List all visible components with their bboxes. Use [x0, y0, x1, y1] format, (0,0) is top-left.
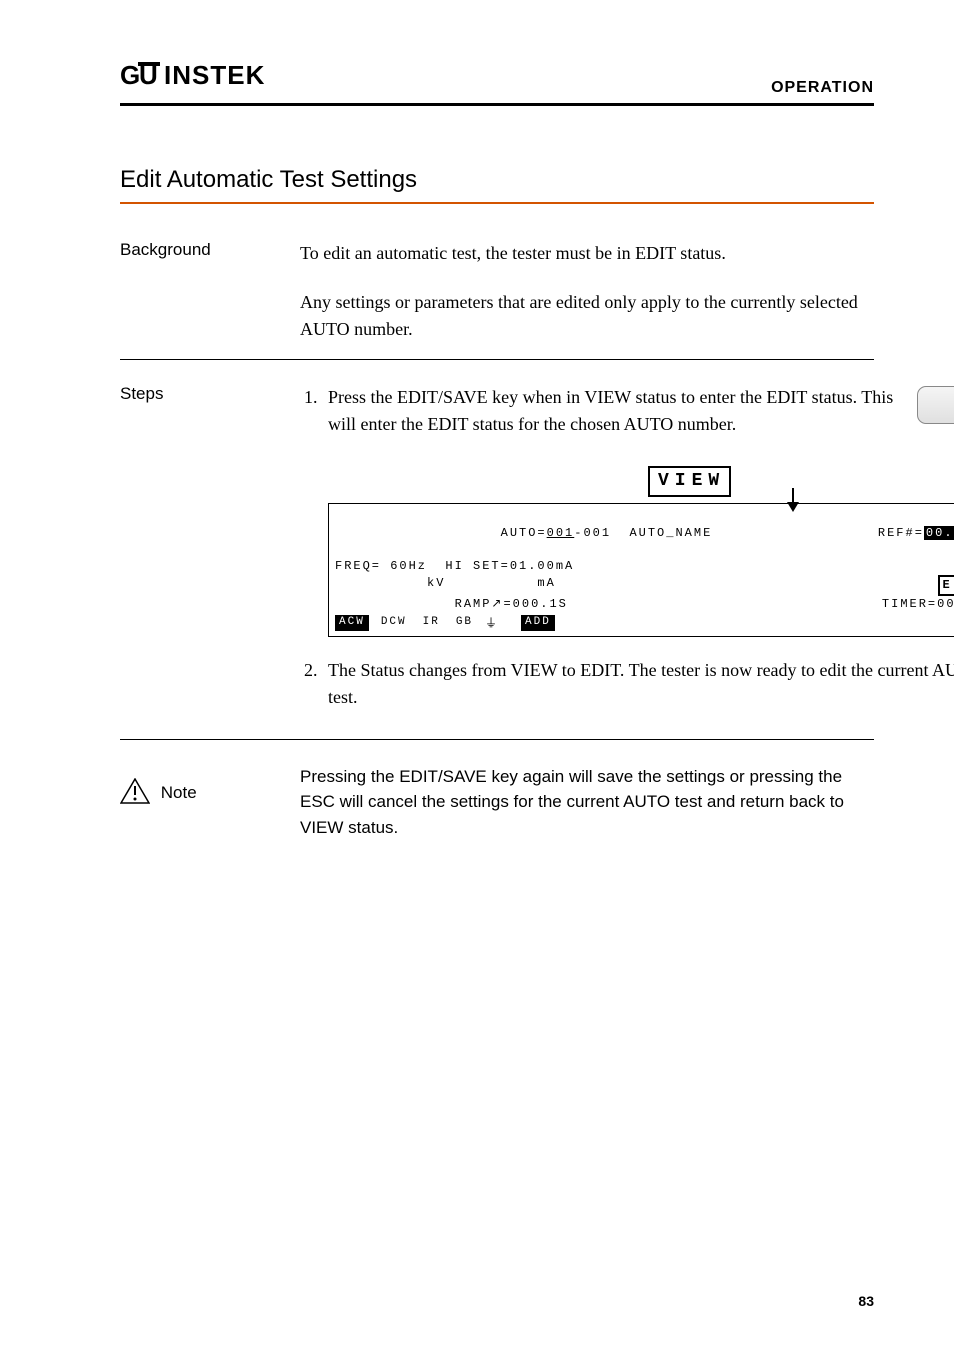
- note-body: Pressing the EDIT/SAVE key again will sa…: [300, 764, 874, 841]
- lcd-tab-dcw: DCW: [377, 615, 411, 630]
- lcd-auto-rest: -001 AUTO_NAME: [574, 526, 712, 540]
- steps-row: Steps Press the EDIT/SAVE key when in VI…: [120, 384, 874, 731]
- step-2: The Status changes from VIEW to EDIT. Th…: [322, 657, 954, 711]
- section-title: Edit Automatic Test Settings: [120, 166, 874, 204]
- step-1: Press the EDIT/SAVE key when in VIEW sta…: [322, 384, 954, 637]
- step-2-text: The Status changes from VIEW to EDIT. Th…: [328, 660, 954, 707]
- lcd-auto-value: 001: [547, 526, 575, 540]
- steps-list: Press the EDIT/SAVE key when in VIEW sta…: [300, 384, 954, 711]
- lcd-line-4: RAMP↗=000.1S TIMER=001.0S: [335, 596, 954, 613]
- note-text: Pressing the EDIT/SAVE key again will sa…: [300, 764, 874, 841]
- steps-label: Steps: [120, 384, 300, 404]
- background-label: Background: [120, 240, 300, 260]
- page-header: G U INSTEK OPERATION: [120, 60, 874, 106]
- lcd-bottom-row: ACW DCW IR GB ⏚ ADD: [335, 615, 954, 632]
- lcd-illustration: VIEW AUTO=001-001 AUTO_NAME: [328, 466, 954, 637]
- brand-logo: G U INSTEK: [120, 60, 290, 97]
- note-row: Note Pressing the EDIT/SAVE key again wi…: [120, 764, 874, 841]
- gwinstek-logo-icon: G U INSTEK: [120, 60, 290, 90]
- view-status-badge: VIEW: [648, 466, 731, 497]
- steps-body: Press the EDIT/SAVE key when in VIEW sta…: [300, 384, 954, 731]
- lcd-line-2: FREQ= 60Hz HI SET=01.00mA: [335, 558, 954, 575]
- lcd-panel: AUTO=001-001 AUTO_NAME REF#=00.00mA FREQ…: [328, 503, 954, 637]
- lcd-line-1: AUTO=001-001 AUTO_NAME REF#=00.00mA: [335, 508, 954, 558]
- header-section-label: OPERATION: [771, 79, 874, 97]
- ground-icon: ⏚: [485, 615, 499, 632]
- background-para-1: To edit an automatic test, the tester mu…: [300, 240, 874, 267]
- edit-status-box: EDIT: [938, 575, 954, 596]
- lcd-ref-value: 00.00mA: [924, 526, 954, 540]
- lcd-tab-gb: GB: [452, 615, 477, 630]
- lcd-ref-label: REF#=: [878, 526, 924, 540]
- lcd-auto-label: AUTO=: [501, 526, 547, 540]
- step-1-text: Press the EDIT/SAVE key when in VIEW sta…: [328, 384, 917, 438]
- background-para-2: Any settings or parameters that are edit…: [300, 289, 874, 343]
- lcd-freq-hiset: FREQ= 60Hz HI SET=01.00mA: [335, 558, 574, 575]
- lcd-tab-add: ADD: [521, 615, 555, 630]
- edit-save-key-icon: [917, 386, 954, 424]
- svg-text:INSTEK: INSTEK: [164, 60, 265, 90]
- note-label-cell: Note: [120, 764, 300, 809]
- divider: [120, 359, 874, 360]
- lcd-ramp: RAMP↗=000.1S: [335, 596, 568, 613]
- background-row: Background To edit an automatic test, th…: [120, 240, 874, 351]
- caution-icon: [120, 778, 150, 809]
- background-body: To edit an automatic test, the tester mu…: [300, 240, 874, 351]
- lcd-tab-ir: IR: [419, 615, 444, 630]
- lcd-timer: TIMER=001.0S: [882, 596, 954, 613]
- lcd-kv-ma: kV mA: [335, 575, 556, 596]
- divider: [120, 739, 874, 740]
- note-label: Note: [161, 783, 197, 802]
- page-number: 83: [858, 1293, 874, 1309]
- lcd-line-3: kV mA EDIT: [335, 575, 954, 596]
- lcd-tab-acw: ACW: [335, 615, 369, 630]
